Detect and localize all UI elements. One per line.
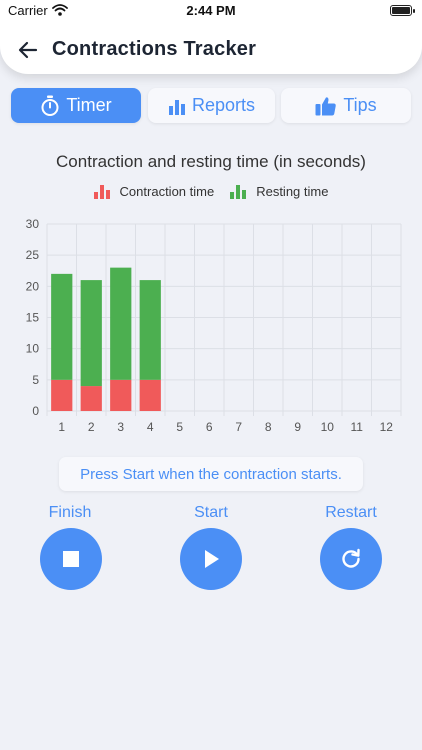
y-tick-label: 15 [26, 311, 40, 325]
legend-resting-label: Resting time [256, 184, 329, 199]
battery-icon [390, 5, 415, 16]
bar-chart-icon [230, 184, 247, 199]
legend-contraction: Contraction time [93, 184, 215, 199]
chart-title: Contraction and resting time (in seconds… [56, 152, 366, 171]
resting-bar [139, 280, 161, 380]
refresh-icon [342, 548, 360, 568]
x-tick-label: 8 [265, 420, 272, 434]
y-tick-label: 0 [32, 404, 39, 418]
y-tick-label: 30 [26, 217, 40, 231]
contraction-bar [139, 379, 161, 411]
x-tick-label: 10 [321, 420, 335, 434]
contraction-bar [110, 379, 132, 411]
x-tick-label: 3 [117, 420, 124, 434]
resting-bar [51, 273, 73, 380]
start-label: Start [194, 504, 228, 521]
tab-reports[interactable]: Reports [148, 88, 275, 123]
finish-label: Finish [48, 504, 92, 521]
x-tick-label: 6 [206, 420, 213, 434]
stopwatch-icon [41, 95, 59, 116]
x-tick-label: 1 [58, 420, 65, 434]
thumbs-up-icon [315, 96, 337, 115]
start-button[interactable] [180, 528, 242, 590]
y-tick-label: 5 [32, 373, 39, 387]
tab-reports-label: Reports [191, 95, 256, 115]
x-tick-label: 7 [235, 420, 242, 434]
chart-legend: Contraction time Resting time [0, 184, 422, 199]
status-time: 2:44 PM [186, 3, 236, 18]
x-tick-label: 12 [380, 420, 394, 434]
tab-tips-label: Tips [343, 95, 377, 115]
x-tick-label: 11 [351, 420, 364, 434]
hint-message: Press Start when the contraction starts. [59, 457, 363, 491]
bar-chart-icon [93, 184, 110, 199]
tab-timer[interactable]: Timer [11, 88, 141, 123]
contraction-bar [80, 386, 102, 411]
app-header: Carrier 2:44 PM Contractions Tracker [0, 0, 422, 74]
restart-button[interactable] [320, 528, 382, 590]
resting-bar [110, 267, 132, 380]
arrow-left-icon[interactable] [16, 38, 40, 62]
x-tick-label: 2 [88, 420, 95, 434]
tab-tips[interactable]: Tips [281, 88, 411, 123]
legend-contraction-label: Contraction time [119, 184, 215, 199]
x-tick-label: 9 [294, 420, 301, 434]
restart-label: Restart [325, 504, 377, 521]
stop-icon [63, 551, 79, 567]
x-tick-label: 5 [176, 420, 183, 434]
stacked-bar-chart: 0510152025301 2 3 4 5 6 7 8 9 10 11 12 [26, 217, 402, 434]
tab-timer-label: Timer [66, 95, 112, 115]
page-title: Contractions Tracker [52, 38, 257, 60]
y-tick-label: 20 [26, 279, 40, 293]
status-bar: Carrier 2:44 PM [0, 0, 422, 22]
x-tick-label: 4 [147, 420, 154, 434]
y-tick-label: 25 [26, 248, 40, 262]
y-tick-label: 10 [26, 342, 40, 356]
bar-chart-icon [168, 99, 185, 115]
resting-bar [80, 280, 102, 387]
finish-button[interactable] [40, 528, 102, 590]
contraction-bar [51, 379, 73, 411]
legend-resting: Resting time [230, 184, 328, 199]
play-icon [205, 550, 219, 568]
